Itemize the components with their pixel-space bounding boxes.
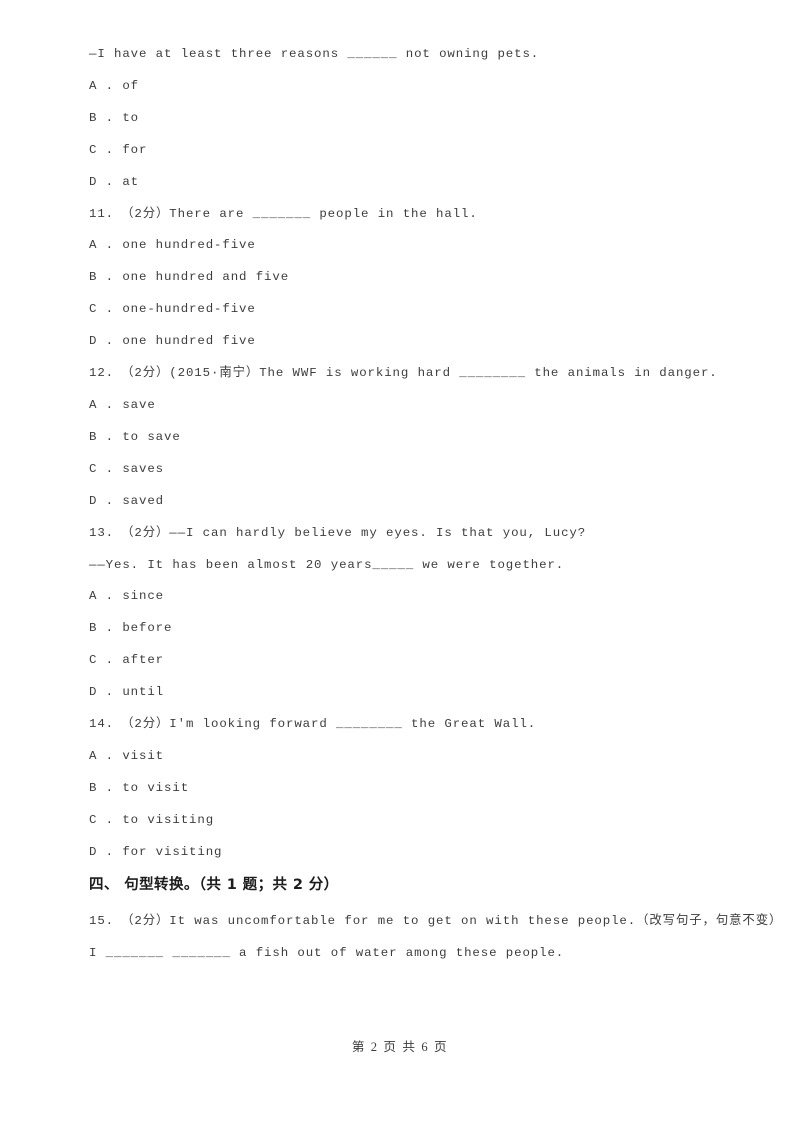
- option-d[interactable]: D . one hundred five: [89, 335, 729, 348]
- option-a[interactable]: A . of: [89, 79, 729, 92]
- question-stem: 11. （2分）There are _______ people in the …: [89, 206, 478, 221]
- option-d[interactable]: D . saved: [89, 494, 729, 507]
- transform-answer-line[interactable]: I _______ _______ a fish out of water am…: [89, 947, 729, 960]
- section-heading: 四、 句型转换。（共 1 题；共 2 分）: [89, 876, 339, 893]
- option-a[interactable]: A . one hundred-five: [89, 239, 729, 252]
- option-d[interactable]: D . until: [89, 686, 729, 699]
- option-b[interactable]: B . to visit: [89, 781, 729, 794]
- page-footer: 第 2 页 共 6 页: [351, 1040, 449, 1054]
- option-a[interactable]: A . since: [89, 590, 729, 603]
- question-stem-line2: ——Yes. It has been almost 20 years_____ …: [89, 557, 565, 572]
- option-b[interactable]: B . one hundred and five: [89, 271, 729, 284]
- exam-page: —I have at least three reasons ______ no…: [0, 0, 800, 1132]
- question-stem: 12. （2分）(2015·南宁）The WWF is working hard…: [89, 366, 718, 381]
- option-c[interactable]: C . saves: [89, 462, 729, 475]
- option-a[interactable]: A . save: [89, 399, 729, 412]
- option-b[interactable]: B . before: [89, 622, 729, 635]
- option-a[interactable]: A . visit: [89, 750, 729, 763]
- question-stem: —I have at least three reasons ______ no…: [89, 47, 540, 61]
- option-b[interactable]: B . to save: [89, 430, 729, 443]
- option-c[interactable]: C . after: [89, 654, 729, 667]
- question-stem: 13. （2分）——I can hardly believe my eyes. …: [89, 525, 587, 540]
- page-content: —I have at least three reasons ______ no…: [89, 47, 783, 960]
- option-d[interactable]: D . for visiting: [89, 845, 729, 858]
- option-c[interactable]: C . to visiting: [89, 813, 729, 826]
- option-b[interactable]: B . to: [89, 111, 729, 124]
- option-c[interactable]: C . for: [89, 143, 729, 156]
- option-d[interactable]: D . at: [89, 175, 729, 188]
- question-stem: 14. （2分）I'm looking forward ________ the…: [89, 717, 537, 732]
- transform-question-stem: 15. （2分）It was uncomfortable for me to g…: [89, 914, 783, 929]
- option-c[interactable]: C . one-hundred-five: [89, 303, 729, 316]
